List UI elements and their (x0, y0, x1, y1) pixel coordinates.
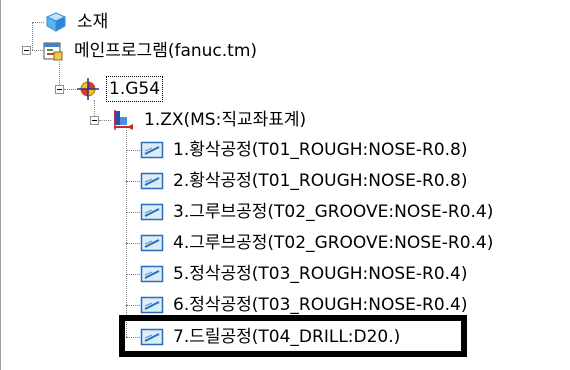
tree-line (32, 22, 44, 23)
tree-line (126, 274, 140, 275)
highlight-box (119, 315, 467, 357)
tree-item-label: 소재 (77, 12, 109, 32)
tree-item-label: 3.그루브공정(T02_GROOVE:NOSE-R0.4) (173, 202, 494, 222)
collapse-toggle-main-program[interactable] (22, 46, 31, 55)
operation-icon (140, 169, 164, 193)
tree-item-operation[interactable]: 2.황삭공정(T01_ROUGH:NOSE-R0.8) (140, 168, 471, 194)
tree-line (126, 305, 140, 306)
tree-line (99, 120, 111, 121)
tree-line (126, 212, 140, 213)
origin-target-icon (76, 77, 100, 101)
tree-item-label: 2.황삭공정(T01_ROUGH:NOSE-R0.8) (173, 171, 468, 191)
operation-icon (140, 293, 164, 317)
tree-line (126, 150, 140, 151)
operation-icon (140, 138, 164, 162)
collapse-toggle-coordinate-system[interactable] (90, 116, 99, 125)
tree-line (64, 89, 76, 90)
program-tree-panel: 소재 메인프로그램(fanuc.tm) 1.G54 1.ZX(MS:직교좌표계)… (0, 0, 570, 370)
tree-item-material[interactable]: 소재 (44, 9, 111, 35)
tree-line (126, 181, 140, 182)
program-icon (41, 39, 65, 63)
tree-line (32, 22, 33, 50)
tree-line (126, 243, 140, 244)
tree-item-operation[interactable]: 1.황삭공정(T01_ROUGH:NOSE-R0.8) (140, 137, 471, 163)
tree-item-label: 5.정삭공정(T03_ROUGH:NOSE-R0.4) (173, 264, 468, 284)
tree-item-label: 1.G54 (106, 76, 164, 102)
tree-item-label: 4.그루브공정(T02_GROOVE:NOSE-R0.4) (173, 233, 494, 253)
tree-item-operation[interactable]: 4.그루브공정(T02_GROOVE:NOSE-R0.4) (140, 230, 496, 256)
tree-item-operation[interactable]: 3.그루브공정(T02_GROOVE:NOSE-R0.4) (140, 199, 496, 225)
tree-item-label: 1.황삭공정(T01_ROUGH:NOSE-R0.8) (173, 140, 468, 160)
operation-icon (140, 200, 164, 224)
collapse-toggle-origin[interactable] (55, 85, 64, 94)
operation-icon (140, 262, 164, 286)
coordinate-system-icon (111, 108, 135, 132)
tree-item-operation[interactable]: 5.정삭공정(T03_ROUGH:NOSE-R0.4) (140, 261, 471, 287)
tree-item-coordinate-system[interactable]: 1.ZX(MS:직교좌표계) (111, 107, 309, 133)
tree-item-label: 1.ZX(MS:직교좌표계) (144, 110, 307, 130)
tree-item-workpiece-origin[interactable]: 1.G54 (76, 76, 164, 102)
material-cube-icon (44, 10, 68, 34)
operation-icon (140, 231, 164, 255)
tree-item-main-program[interactable]: 메인프로그램(fanuc.tm) (41, 38, 260, 64)
tree-item-label: 메인프로그램(fanuc.tm) (74, 41, 258, 61)
